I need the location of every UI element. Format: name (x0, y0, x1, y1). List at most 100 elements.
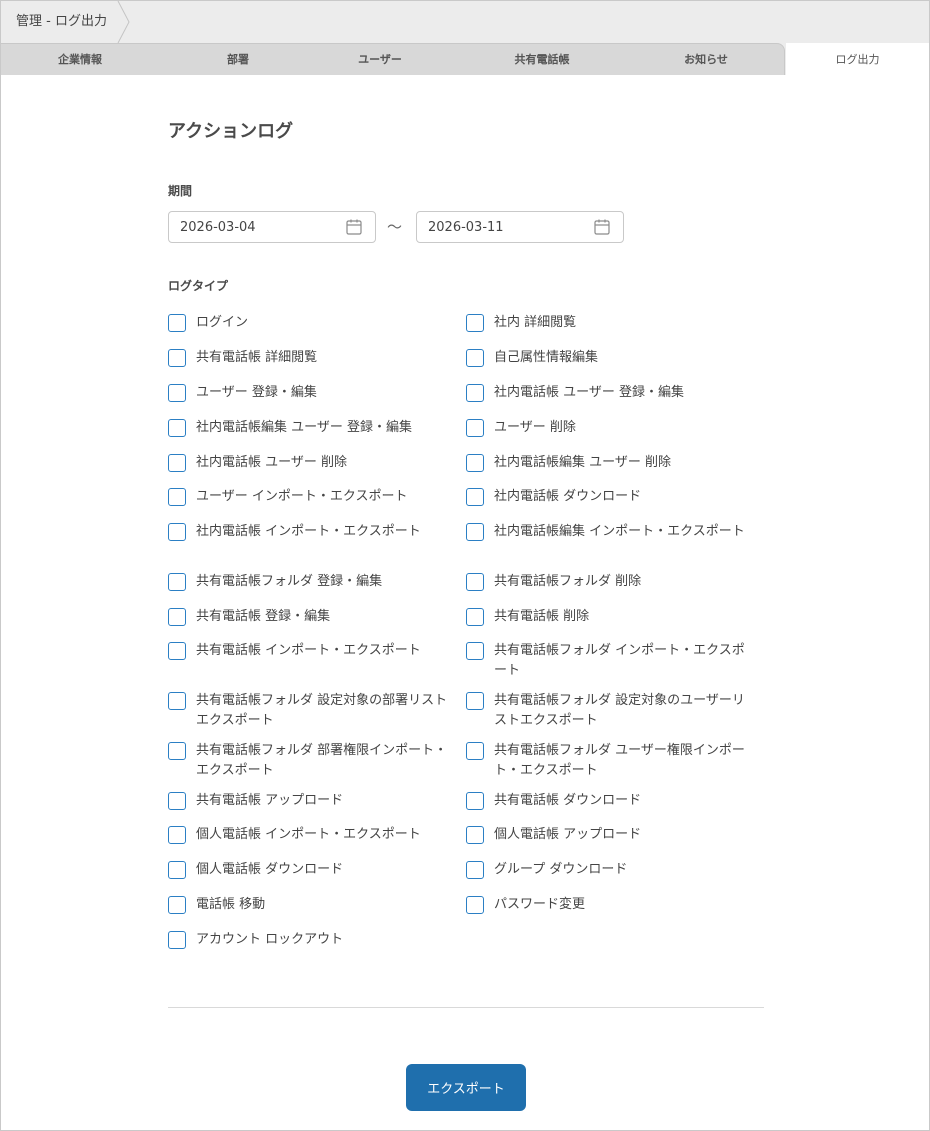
tab-company-info[interactable]: 企業情報 (1, 43, 159, 75)
export-button[interactable]: エクスポート (406, 1064, 526, 1111)
log-type-option-label: アカウント ロックアウト (196, 932, 344, 947)
tab-notices[interactable]: お知らせ (627, 43, 785, 75)
checkbox[interactable] (168, 573, 186, 591)
checkbox[interactable] (466, 384, 484, 402)
calendar-icon[interactable] (593, 218, 611, 236)
log-type-option[interactable]: 共有電話帳 登録・編集 (168, 607, 448, 627)
period-label: 期間 (168, 184, 193, 198)
checkbox[interactable] (168, 742, 186, 760)
checkbox[interactable] (168, 861, 186, 879)
checkbox[interactable] (168, 896, 186, 914)
checkbox[interactable] (466, 896, 484, 914)
checkbox[interactable] (466, 523, 484, 541)
log-type-option[interactable]: 自己属性情報編集 (466, 348, 746, 368)
log-type-option[interactable]: ユーザー 登録・編集 (168, 383, 448, 403)
date-from-field[interactable]: 2026-03-04 (168, 211, 376, 243)
checkbox[interactable] (466, 692, 484, 710)
checkbox[interactable] (466, 608, 484, 626)
log-type-option[interactable]: 共有電話帳フォルダ 設定対象のユーザーリストエクスポート (466, 691, 746, 731)
log-type-option-label: 個人電話帳 アップロード (494, 827, 642, 842)
log-type-option[interactable]: 共有電話帳フォルダ 設定対象の部署リストエクスポート (168, 691, 448, 731)
log-type-option[interactable]: ユーザー インポート・エクスポート (168, 487, 448, 507)
log-type-option-label: 共有電話帳 詳細閲覧 (196, 350, 318, 365)
log-type-option[interactable]: 社内電話帳 ユーザー 削除 (168, 453, 448, 473)
checkbox[interactable] (466, 419, 484, 437)
checkbox[interactable] (466, 642, 484, 660)
log-type-option[interactable]: ログイン (168, 313, 448, 333)
checkbox[interactable] (466, 349, 484, 367)
checkbox[interactable] (168, 349, 186, 367)
checkbox[interactable] (168, 608, 186, 626)
checkbox[interactable] (466, 861, 484, 879)
log-type-option[interactable]: ユーザー 削除 (466, 418, 746, 438)
log-type-option-label: 社内電話帳 ダウンロード (494, 489, 642, 504)
log-type-option[interactable]: 共有電話帳 インポート・エクスポート (168, 641, 458, 661)
log-type-option[interactable]: 共有電話帳 詳細閲覧 (168, 348, 448, 368)
checkbox[interactable] (466, 792, 484, 810)
checkbox[interactable] (168, 384, 186, 402)
log-type-option[interactable]: 共有電話帳 アップロード (168, 791, 448, 811)
tab-label: お知らせ (684, 53, 728, 66)
breadcrumb[interactable]: 管理 - ログ出力 (1, 1, 131, 43)
log-type-option-label: ユーザー 登録・編集 (196, 385, 317, 400)
tab-departments[interactable]: 部署 (159, 43, 317, 75)
checkbox[interactable] (168, 454, 186, 472)
log-type-option[interactable]: 共有電話帳フォルダ インポート・エクスポート (466, 641, 746, 681)
log-type-option-label: 共有電話帳フォルダ 設定対象のユーザーリストエクスポート (494, 693, 745, 728)
log-type-option[interactable]: 個人電話帳 ダウンロード (168, 860, 448, 880)
log-type-option[interactable]: 共有電話帳フォルダ 削除 (466, 572, 746, 592)
log-type-option[interactable]: 社内電話帳編集 インポート・エクスポート (466, 522, 746, 542)
section-divider (168, 1007, 764, 1008)
tab-log-output[interactable]: ログ出力 (786, 43, 929, 75)
date-to-field[interactable]: 2026-03-11 (416, 211, 624, 243)
log-type-option-label: 社内電話帳編集 インポート・エクスポート (494, 524, 745, 539)
checkbox[interactable] (168, 826, 186, 844)
checkbox[interactable] (466, 488, 484, 506)
log-type-option-label: グループ ダウンロード (494, 862, 628, 877)
checkbox[interactable] (466, 573, 484, 591)
log-type-option[interactable]: 社内電話帳 ユーザー 登録・編集 (466, 383, 746, 403)
checkbox[interactable] (168, 314, 186, 332)
log-type-option-label: ユーザー インポート・エクスポート (196, 489, 408, 504)
log-type-option[interactable]: グループ ダウンロード (466, 860, 746, 880)
log-type-option-label: 個人電話帳 ダウンロード (196, 862, 344, 877)
checkbox[interactable] (168, 642, 186, 660)
checkbox[interactable] (466, 314, 484, 332)
tab-label: ログ出力 (835, 53, 880, 66)
calendar-icon[interactable] (345, 218, 363, 236)
log-type-option[interactable]: 社内電話帳編集 ユーザー 削除 (466, 453, 746, 473)
log-type-option[interactable]: 個人電話帳 インポート・エクスポート (168, 825, 458, 845)
checkbox[interactable] (168, 523, 186, 541)
log-type-option[interactable]: 個人電話帳 アップロード (466, 825, 746, 845)
log-type-option-label: 個人電話帳 インポート・エクスポート (196, 827, 421, 842)
tab-shared-phonebook[interactable]: 共有電話帳 (463, 43, 621, 75)
checkbox[interactable] (168, 692, 186, 710)
log-type-option[interactable]: 電話帳 移動 (168, 895, 448, 915)
log-type-option[interactable]: 社内 詳細閲覧 (466, 313, 746, 333)
log-type-option[interactable]: 社内電話帳 インポート・エクスポート (168, 522, 458, 542)
log-type-option[interactable]: 社内電話帳 ダウンロード (466, 487, 746, 507)
log-type-option[interactable]: 共有電話帳 削除 (466, 607, 746, 627)
log-type-option-label: 共有電話帳 登録・編集 (196, 609, 331, 624)
checkbox[interactable] (168, 419, 186, 437)
checkbox[interactable] (168, 931, 186, 949)
log-type-option-label: 共有電話帳フォルダ インポート・エクスポート (494, 643, 745, 678)
log-type-option[interactable]: 共有電話帳フォルダ 部署権限インポート・エクスポート (168, 741, 448, 781)
log-type-option[interactable]: パスワード変更 (466, 895, 746, 915)
checkbox[interactable] (466, 826, 484, 844)
log-type-option[interactable]: アカウント ロックアウト (168, 930, 448, 950)
log-type-option[interactable]: 共有電話帳フォルダ ユーザー権限インポート・エクスポート (466, 741, 746, 781)
log-type-option-label: ログイン (196, 315, 249, 330)
log-type-option-label: 自己属性情報編集 (494, 350, 599, 365)
log-type-option-label: 共有電話帳 アップロード (196, 793, 344, 808)
checkbox[interactable] (466, 742, 484, 760)
tab-users[interactable]: ユーザー (301, 43, 459, 75)
log-type-option[interactable]: 社内電話帳編集 ユーザー 登録・編集 (168, 418, 458, 438)
checkbox[interactable] (466, 454, 484, 472)
checkbox[interactable] (168, 488, 186, 506)
log-type-option-label: 社内電話帳編集 ユーザー 削除 (494, 455, 672, 470)
tab-label: ユーザー (358, 53, 402, 66)
checkbox[interactable] (168, 792, 186, 810)
log-type-option[interactable]: 共有電話帳フォルダ 登録・編集 (168, 572, 448, 592)
log-type-option[interactable]: 共有電話帳 ダウンロード (466, 791, 746, 811)
